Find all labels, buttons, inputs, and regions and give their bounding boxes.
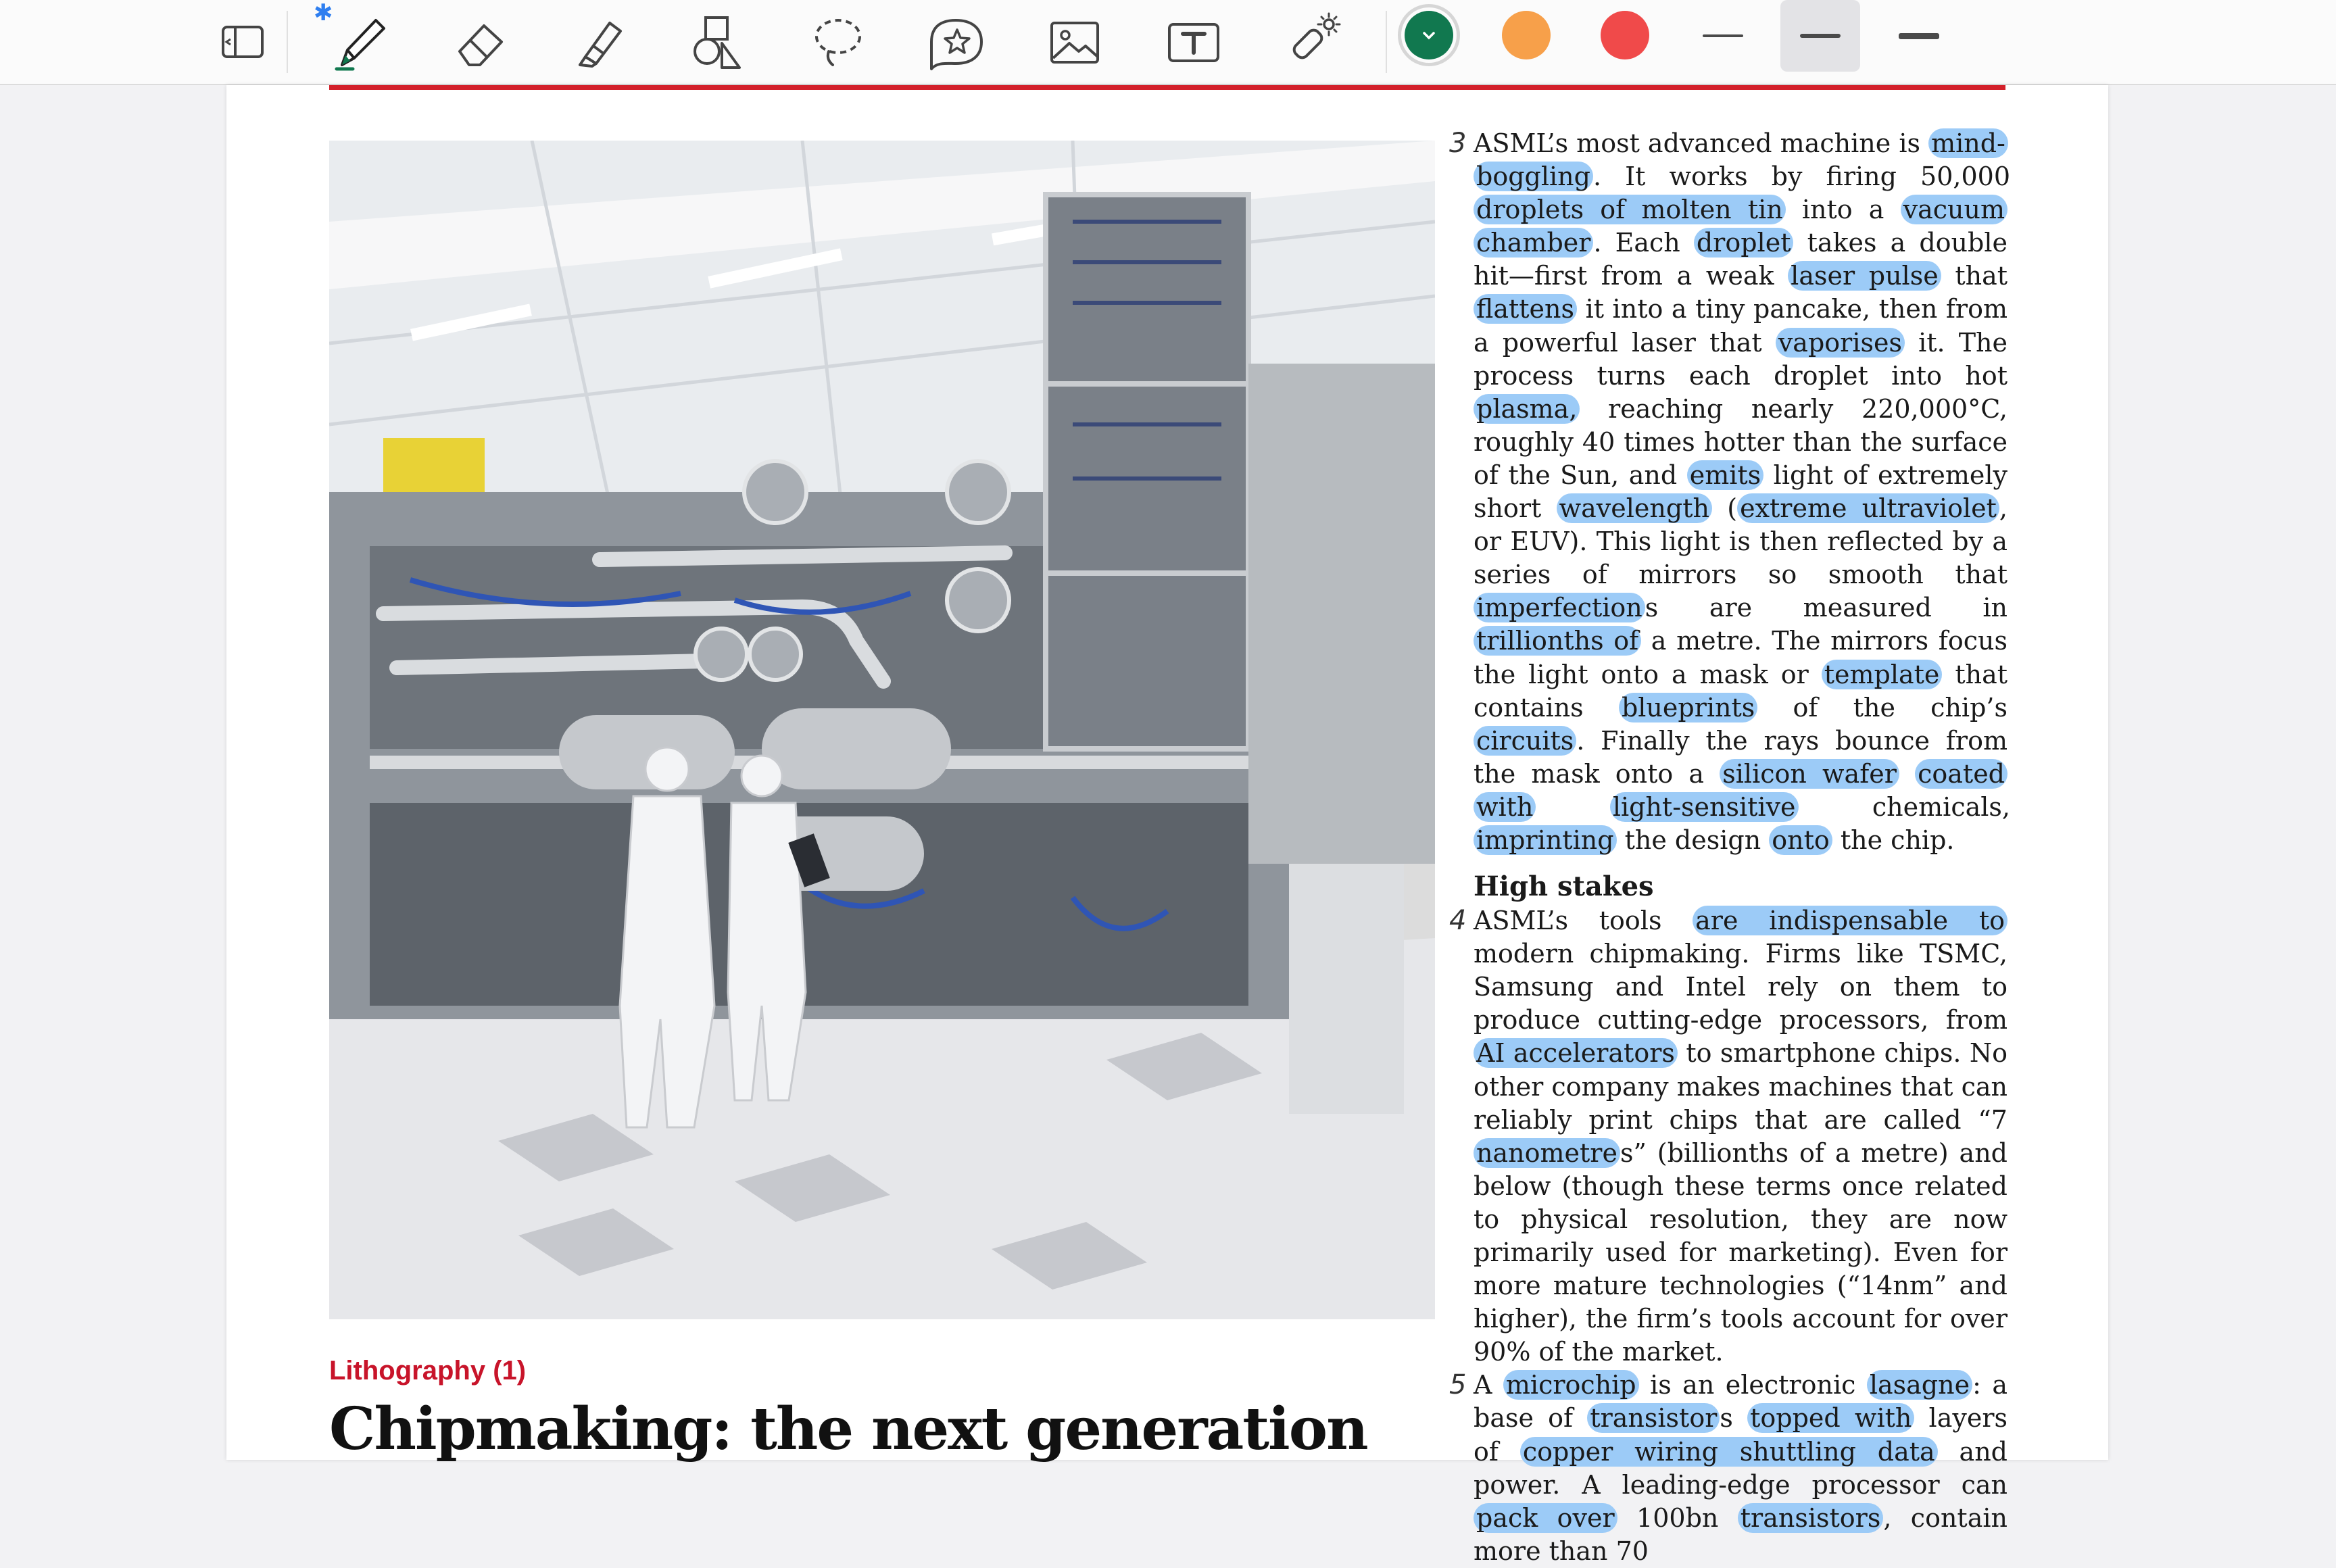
- sidebar-toggle-icon: [222, 26, 264, 58]
- highlight-annotation: pack over: [1474, 1502, 1617, 1533]
- eraser-icon: [458, 24, 503, 66]
- laser-pointer-tool-button[interactable]: [1273, 5, 1352, 78]
- text-run: ASML’s tools: [1474, 906, 1693, 936]
- text-run: s are measured in: [1645, 593, 2008, 623]
- highlight-annotation: droplets of molten tin: [1474, 195, 1786, 225]
- text-run: into a: [1785, 195, 1901, 225]
- pen-tool-button[interactable]: [322, 5, 400, 78]
- text-run: [1899, 759, 1915, 789]
- text-run: [1536, 792, 1609, 822]
- highlight-annotation: circuits: [1474, 725, 1577, 756]
- text-run: of the chip’s: [1757, 692, 2008, 722]
- shapes-icon: [694, 16, 741, 69]
- laser-pointer-icon: [1292, 12, 1341, 59]
- highlight-annotation: imperfection: [1474, 593, 1645, 623]
- image-icon: [1050, 22, 1099, 64]
- highlight-annotation: light-sensitive: [1609, 791, 1799, 822]
- text-run: the design: [1616, 825, 1770, 855]
- highlight-annotation: onto: [1769, 825, 1832, 855]
- medium-line-icon: [1800, 34, 1841, 38]
- pen-icon: [335, 19, 385, 71]
- text-run: the chip.: [1832, 825, 1955, 855]
- highlight-annotation: imprinting: [1474, 825, 1617, 855]
- text-run: (: [1711, 493, 1738, 524]
- toolbar-divider: [287, 11, 288, 73]
- highlight-annotation: template: [1821, 659, 1943, 689]
- highlight-annotation: extreme ultraviolet: [1737, 493, 1999, 524]
- highlight-annotation: microchip: [1503, 1370, 1639, 1400]
- text-run: is an electronic: [1638, 1370, 1867, 1400]
- highlight-annotation: flattens: [1474, 294, 1578, 324]
- highlight-annotation: silicon wafer: [1720, 758, 1899, 789]
- shapes-tool-button[interactable]: [679, 5, 757, 78]
- paragraph-text: ASML’s tools are indispensable to modern…: [1474, 904, 2008, 1369]
- stroke-width-thick[interactable]: [1879, 0, 1959, 72]
- thick-line-icon: [1899, 32, 1939, 39]
- highlighter-icon: [579, 22, 622, 68]
- stroke-width-medium[interactable]: [1780, 0, 1860, 72]
- text-run: chemicals,: [1798, 791, 2010, 822]
- highlight-annotation: laser pulse: [1788, 261, 1941, 291]
- text-run: modern chipmaking. Firms like TSMC, Sams…: [1474, 939, 2008, 1035]
- article-text-column: 3 ASML’s most advanced machine is mind-b…: [1449, 127, 2010, 1568]
- document-page: Lithography (1) Chipmaking: the next gen…: [226, 85, 2108, 1566]
- text-run: ASML’s most advanced machine is: [1474, 128, 1929, 158]
- sticker-icon: [930, 19, 983, 70]
- highlight-annotation: blueprints: [1618, 692, 1758, 722]
- lasso-icon: [815, 19, 861, 66]
- text-box-tool-button[interactable]: [1154, 5, 1233, 78]
- highlight-annotation: trillionths of: [1474, 626, 1642, 656]
- text-run: that: [1941, 261, 2008, 291]
- image-tool-button[interactable]: [1036, 5, 1114, 78]
- sticker-tool-button[interactable]: [917, 5, 995, 78]
- color-swatch-green[interactable]: [1405, 11, 1453, 59]
- color-swatch-red[interactable]: [1601, 11, 1649, 59]
- thin-line-icon: [1703, 34, 1743, 37]
- paragraph-3: 3 ASML’s most advanced machine is mind-b…: [1449, 127, 2010, 857]
- chevron-down-icon: [1405, 11, 1453, 59]
- highlight-annotation: transistor: [1587, 1403, 1720, 1434]
- paragraph-number: 5: [1449, 1369, 1467, 1401]
- highlight-annotation: vaporises: [1775, 327, 1905, 358]
- color-swatch-orange[interactable]: [1502, 11, 1551, 59]
- highlight-annotation: AI accelerators: [1474, 1038, 1678, 1069]
- text-run: s” (billionths of a metre) and below (th…: [1474, 1137, 2008, 1367]
- highlight-annotation: lasagne: [1866, 1370, 1973, 1400]
- text-box-icon: [1168, 23, 1219, 62]
- paragraph-text: A microchip is an electronic lasagne: a …: [1474, 1369, 2008, 1568]
- highlight-annotation: nanometre: [1474, 1137, 1620, 1168]
- article-photo: [329, 141, 1435, 1319]
- highlight-annotation: copper wiring shuttling data: [1519, 1436, 1938, 1467]
- paragraph-number: 3: [1449, 128, 1467, 159]
- paragraph-number: 4: [1449, 905, 1467, 937]
- header-rule: [329, 85, 2005, 90]
- toolbar-divider: [1386, 11, 1387, 73]
- paragraph-text: ASML’s most advanced machine is mind-bog…: [1474, 127, 2010, 857]
- paragraph-5: 5 A microchip is an electronic lasagne: …: [1449, 1369, 2008, 1568]
- sidebar-toggle-button[interactable]: [203, 5, 281, 78]
- text-run: . It works by firing 50,000: [1592, 162, 2010, 192]
- highlight-annotation: are indispensable to: [1693, 906, 2008, 936]
- paragraph-4: 4 ASML’s tools are indispensable to mode…: [1449, 904, 2008, 1369]
- lithography-machine-photo: [329, 141, 1435, 1319]
- highlight-annotation: topped with: [1747, 1403, 1915, 1434]
- lasso-tool-button[interactable]: [798, 5, 876, 78]
- text-run: s: [1720, 1403, 1748, 1434]
- highlight-annotation: transistors: [1737, 1502, 1884, 1533]
- highlight-annotation: plasma,: [1474, 393, 1580, 424]
- highlighter-tool-button[interactable]: [560, 5, 638, 78]
- highlight-annotation: emits: [1686, 460, 1764, 490]
- highlight-annotation: droplet: [1693, 228, 1794, 258]
- text-run: 100bn: [1617, 1502, 1738, 1533]
- highlight-annotation: wavelength: [1556, 493, 1712, 524]
- annotation-toolbar: ✱: [0, 0, 2336, 85]
- section-subheading: High stakes: [1474, 871, 1654, 903]
- article-headline: Chipmaking: the next generation: [329, 1395, 1369, 1463]
- text-run: . Each: [1593, 228, 1694, 258]
- article-kicker: Lithography (1): [329, 1356, 527, 1386]
- stroke-width-thin[interactable]: [1683, 0, 1763, 72]
- eraser-tool-button[interactable]: [441, 5, 519, 78]
- text-run: A: [1474, 1370, 1503, 1400]
